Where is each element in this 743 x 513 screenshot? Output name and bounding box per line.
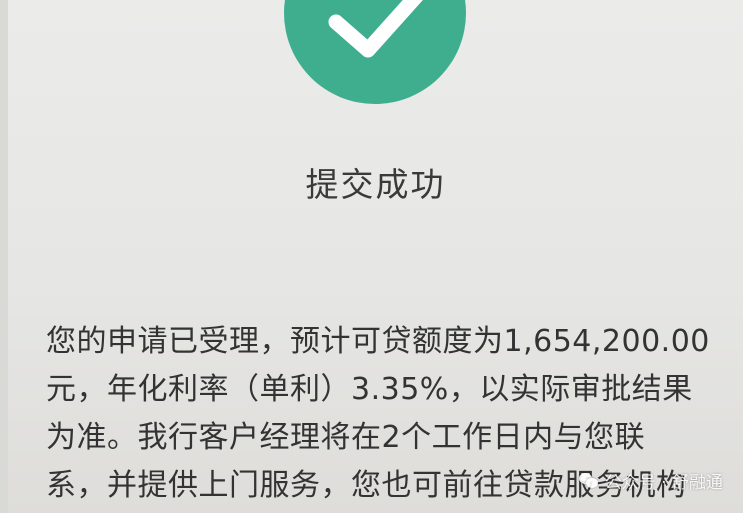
success-badge	[284, 0, 466, 104]
checkmark-icon	[328, 0, 423, 58]
watermark-text: 公众号 · 舒融通	[604, 473, 723, 493]
message-line: 您的申请已受理，预计可贷额度为1,654,200.00	[46, 324, 710, 359]
wechat-icon	[578, 472, 599, 490]
watermark: 公众号 · 舒融通	[578, 468, 723, 493]
confirmation-screen: 提交成功 您的申请已受理，预计可贷额度为1,654,200.00 元，年化利率（…	[8, 0, 743, 513]
message-line: 元，年化利率（单利）3.35%，以实际审批结果	[46, 372, 693, 407]
page-title: 提交成功	[305, 165, 446, 204]
message-line: 为准。我行客户经理将在2个工作日内与您联	[46, 420, 646, 455]
